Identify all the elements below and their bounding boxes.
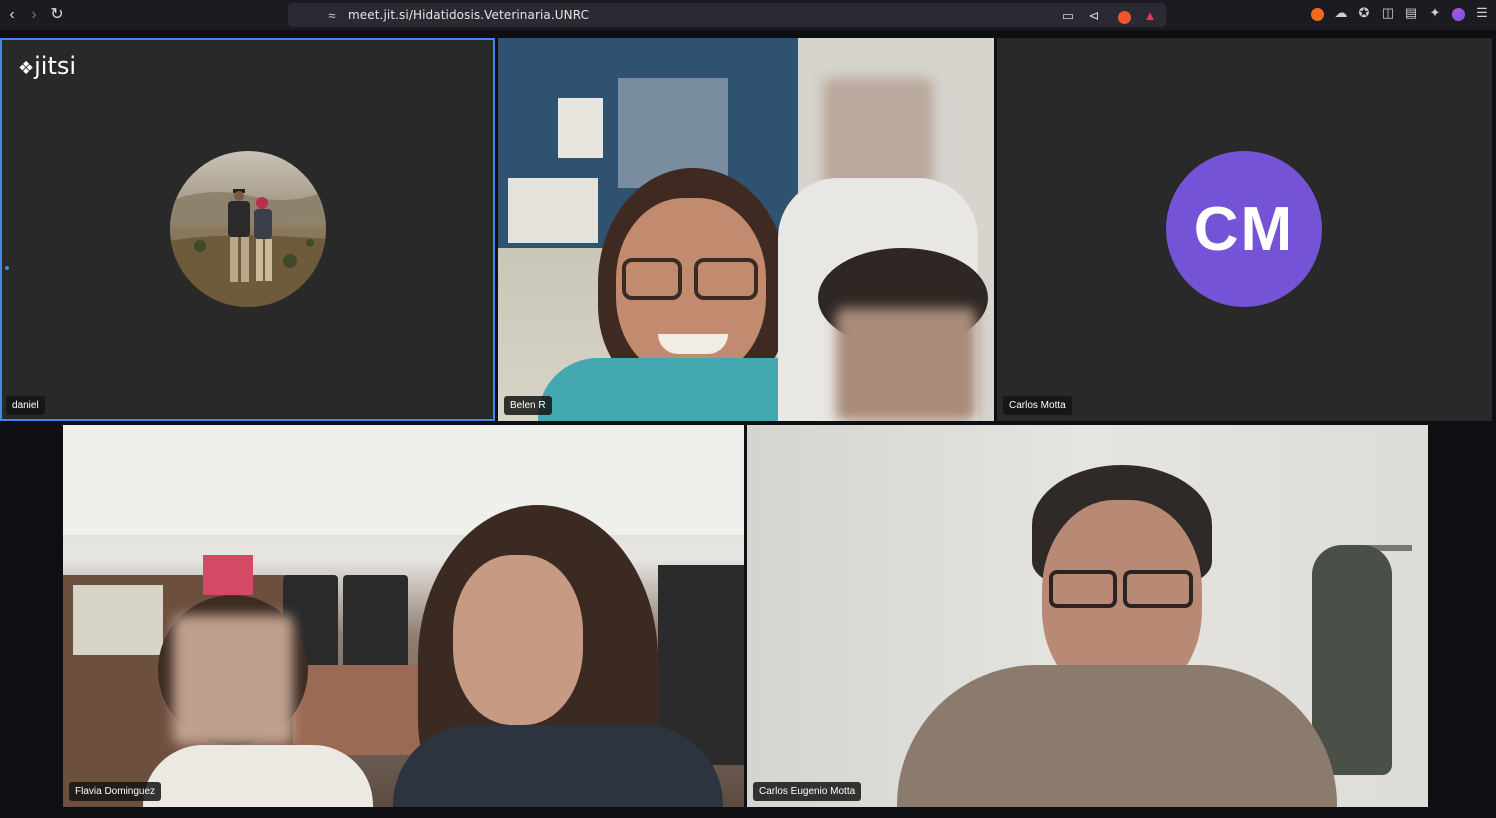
browser-toolbar: ‹ › ↻ ☐ ≈ meet.jit.si/Hidatidosis.Veteri…	[0, 0, 1496, 30]
person-shirt	[143, 745, 373, 807]
box	[203, 555, 253, 595]
jitsi-logo: ❖jitsi	[18, 52, 77, 80]
brave-shields-icon[interactable]	[1118, 11, 1131, 24]
speaker	[343, 575, 408, 670]
avatar	[170, 151, 326, 307]
meeting-stage: ❖jitsi daniel Belen R CM Carlos Motta Fl…	[0, 30, 1496, 818]
reload-icon[interactable]: ↻	[47, 5, 67, 25]
extension-icon[interactable]	[1311, 8, 1324, 21]
person-shirt	[393, 725, 723, 807]
extension-icon[interactable]: ☁	[1333, 5, 1349, 21]
hanging-jacket	[1312, 545, 1392, 775]
blurred-face	[836, 308, 976, 421]
ceiling	[63, 425, 744, 535]
sidebar-icon[interactable]: ◫	[1380, 5, 1396, 21]
share-icon[interactable]: ⊲	[1086, 8, 1102, 24]
wallet-icon[interactable]: ▤	[1403, 5, 1419, 21]
participant-name-tag: Carlos Motta	[1003, 396, 1072, 415]
cast-icon[interactable]: ▭	[1060, 8, 1076, 24]
person-sweater	[897, 665, 1337, 807]
forward-arrow-icon[interactable]: ›	[24, 5, 44, 25]
glasses	[1049, 570, 1117, 608]
profile-icon[interactable]	[1452, 8, 1465, 21]
address-bar[interactable]: ≈ meet.jit.si/Hidatidosis.Veterinaria.UN…	[288, 3, 1166, 27]
glasses	[622, 258, 682, 300]
menu-icon[interactable]: ☰	[1474, 5, 1490, 21]
leo-ai-icon[interactable]: ✦	[1427, 5, 1443, 21]
puzzle-extensions-icon[interactable]: ✪	[1356, 5, 1372, 21]
avatar-initials: CM	[1166, 151, 1322, 307]
books	[73, 585, 163, 655]
participant-name-tag: Carlos Eugenio Motta	[753, 782, 862, 801]
participant-tile-daniel[interactable]: ❖jitsi daniel	[0, 38, 495, 421]
site-settings-icon[interactable]: ≈	[324, 8, 340, 24]
smile	[658, 334, 728, 354]
participant-name-tag: Belen R	[504, 396, 552, 415]
participant-tile-belen[interactable]: Belen R	[498, 38, 994, 421]
back-arrow-icon[interactable]: ‹	[2, 5, 22, 25]
paper-note	[508, 178, 598, 243]
participant-tile-flavia[interactable]: Flavia Dominguez	[63, 425, 744, 807]
glasses	[1123, 570, 1193, 608]
brave-rewards-icon[interactable]: ▲	[1142, 8, 1158, 24]
participant-tile-carlos-motta[interactable]: CM Carlos Motta	[997, 38, 1492, 421]
glasses	[694, 258, 758, 300]
status-dot	[5, 266, 9, 270]
paper-note	[558, 98, 603, 158]
participant-name-tag: daniel	[6, 396, 45, 415]
participant-tile-carlos-eugenio[interactable]: Carlos Eugenio Motta	[747, 425, 1428, 807]
url-text[interactable]: meet.jit.si/Hidatidosis.Veterinaria.UNRC	[348, 8, 589, 22]
blurred-face	[173, 615, 293, 745]
blurred-face	[823, 78, 933, 188]
participant-name-tag: Flavia Dominguez	[69, 782, 162, 801]
person-face	[453, 555, 583, 725]
